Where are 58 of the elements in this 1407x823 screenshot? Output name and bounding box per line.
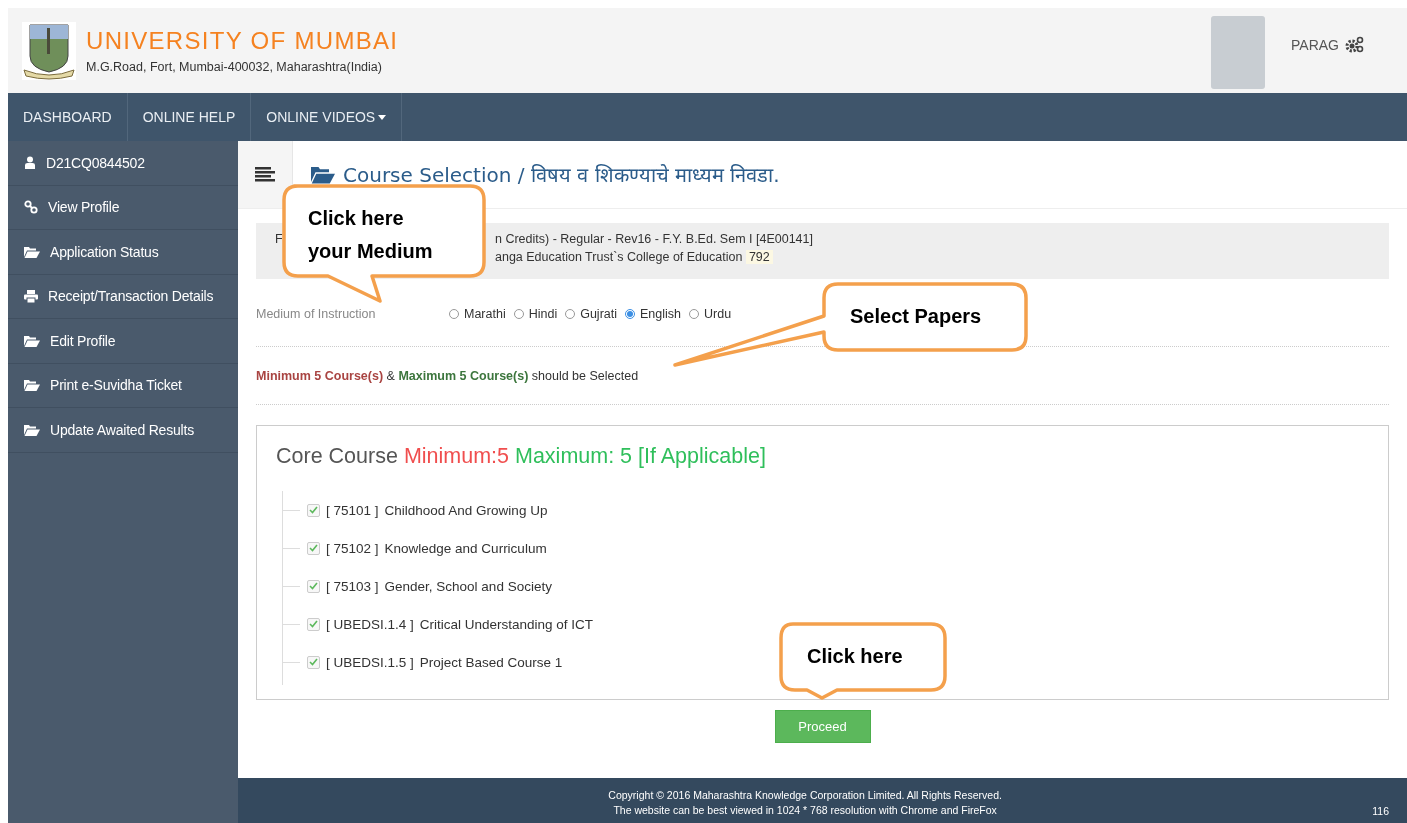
sidebar-item[interactable]: View Profile <box>48 199 120 216</box>
info-text: F <box>275 232 283 246</box>
folder-icon <box>311 165 335 184</box>
radio-option[interactable]: Hindi <box>513 306 558 321</box>
info-text: anga Education Trust`s College of Education <box>495 250 743 264</box>
radio-button[interactable] <box>625 308 635 319</box>
folder-icon <box>24 379 40 392</box>
sidebar-item[interactable]: Application Status <box>50 243 159 260</box>
college-code: 792 <box>745 250 773 264</box>
checkbox[interactable] <box>307 655 320 669</box>
card-heading: Core Course Minimum:5 Maximum: 5 [If Applicable] <box>276 444 767 469</box>
course-code: [ 75101 ] <box>326 502 379 518</box>
university-title: UNIVERSITY OF MUMBAI <box>86 27 399 55</box>
menu-icon <box>255 167 275 182</box>
course-code: [ UBEDSI.1.4 ] <box>326 616 414 632</box>
course-name: Critical Understanding of ICT <box>419 616 594 632</box>
course-name: Knowledge and Curriculum <box>384 540 547 556</box>
radio-option[interactable]: Urdu <box>689 306 732 321</box>
browser-note: The website can be best viewed in 1024 * 768 resolution with Chrome and FireFox <box>613 804 997 816</box>
page-number: 116 <box>1372 803 1389 817</box>
folder-icon <box>24 245 40 258</box>
sidebar-item[interactable]: D21CQ0844502 <box>46 154 145 171</box>
settings-icon[interactable] <box>1345 35 1365 54</box>
course-name: Project Based Course 1 <box>419 654 563 670</box>
radio-button[interactable] <box>565 308 576 319</box>
course-code: [ 75103 ] <box>326 578 379 594</box>
sidebar-item[interactable]: Receipt/Transaction Details <box>48 288 214 305</box>
checkbox[interactable] <box>307 541 320 555</box>
callout-bubble: Click here <box>777 620 949 702</box>
radio-option[interactable]: Gujrati <box>565 306 617 321</box>
info-text: n Credits) - Regular - Rev16 - F.Y. B.Ed. Sem I [4E00141] <box>495 232 813 246</box>
course-name: Childhood And Growing Up <box>384 502 548 518</box>
checkbox[interactable] <box>307 579 320 593</box>
checkbox[interactable] <box>307 503 320 517</box>
course-name: Gender, School and Society <box>384 578 552 594</box>
copyright-text: Copyright © 2016 Maharashtra Knowledge Corporation Limited. All Rights Reserved. <box>608 789 1002 801</box>
sidebar-item[interactable]: Update Awaited Results <box>50 421 194 438</box>
radio-button[interactable] <box>449 308 459 319</box>
user-name: PARAG <box>1291 36 1339 53</box>
course-code: [ UBEDSI.1.5 ] <box>326 654 414 670</box>
menu-button[interactable] <box>238 141 293 208</box>
radio-option[interactable]: English <box>625 306 681 321</box>
radio-button[interactable] <box>689 308 699 319</box>
radio-button[interactable] <box>513 308 524 319</box>
checkbox[interactable] <box>307 617 320 631</box>
course-code: [ 75102 ] <box>326 540 379 556</box>
folder-icon <box>24 423 40 436</box>
printer-icon <box>24 289 38 303</box>
crest-logo <box>22 21 76 80</box>
folder-icon <box>24 334 40 347</box>
link-icon <box>24 200 38 215</box>
university-address: M.G.Road, Fort, Mumbai-400032, Maharashtra(India) <box>86 60 383 74</box>
user-icon <box>24 156 36 170</box>
sidebar-item[interactable]: Edit Profile <box>50 332 116 349</box>
selection-rule-text: Minimum 5 Course(s) & Maximum 5 Course(s) should be Selected <box>256 368 639 383</box>
sidebar-item[interactable]: Print e-Suvidha Ticket <box>50 377 182 394</box>
field-label: Medium of Instruction <box>256 306 377 321</box>
radio-option[interactable]: Marathi <box>449 306 506 321</box>
